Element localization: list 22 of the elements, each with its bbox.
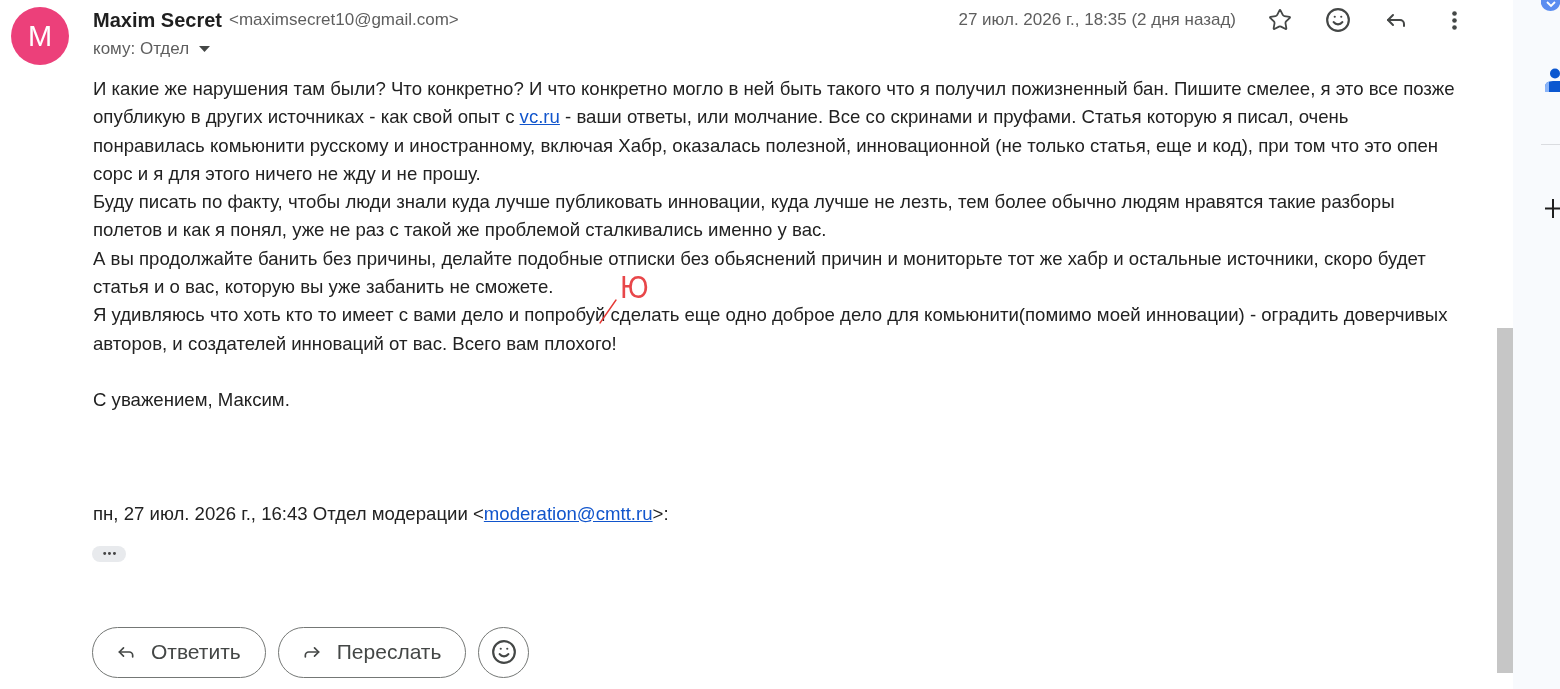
caret-icon[interactable] — [199, 46, 211, 52]
message-text: И какие же нарушения там были? Что конкретно? И что конкретно могло в ней быть такого что я получил пожизненный бан. Пишите смелее, я это все позже опубликую в других источниках - как свой опыт с vc.ru - ваши ответы, или молчание. Все со скринами и пруфами. Статья которую я писал, очень понравилась комьюнити русскому и иностранному, включая Хабр, оказалась полезной, инновационной (не только статья, еще и код), при том что это опен сорс и я для этого ничего не жду и не прошу. Буду писать по факту, чтобы люди знали куда лучше публиковать инновации, куда лучше не лезть, тем более обычно людям нравятся такие разборы полетов и как я понял, уже не раз с такой же проблемой сталкивались именно у вас. А вы продолжайте банить без причины, делайте подобные отписки без обьяснений причин и мониторьте тот же хабр и остальные источники, скоро будет статья и о вас, которую вы уже забанить не сможете. Я удивляюсь что хоть кто то имеет с вами дело и попробуй Ю сделать еще одно доброе дело для комьюнити(помимо моей инновации) - оградить доверчивых авторов, и создателей инноваций от вас. Всего вам плохого! — [93, 77, 1456, 356]
scrollbar-thumb[interactable] — [1497, 328, 1513, 673]
star-icon — [1268, 8, 1292, 32]
forward-button[interactable]: Переслать — [277, 626, 467, 678]
sender-avatar: M — [11, 7, 69, 65]
add-icon[interactable] — [1545, 199, 1560, 218]
reply-button[interactable]: Ответить — [92, 626, 266, 678]
email-link[interactable]: vc.ru — [519, 106, 560, 128]
recipient-label: кому: Отдел — [93, 39, 190, 59]
email-link[interactable]: moderation@cmtt.ru — [483, 502, 653, 524]
sender-name: Maxim Secret — [93, 8, 222, 32]
signature: С уважением, Максим. — [93, 388, 291, 413]
quoted-message-header: пн, 27 июл. 2026 г., 16:43 Отдел модерации <moderation@cmtt.ru>: — [93, 501, 670, 526]
show-trimmed-content-button[interactable]: ••• — [92, 545, 126, 562]
sender-email: <maximsecret10@gmail.com> — [228, 10, 459, 30]
person-icon[interactable] — [1545, 68, 1560, 92]
more-options-icon — [1451, 10, 1457, 30]
smiley-icon — [1325, 7, 1351, 33]
smiley-icon — [490, 639, 517, 666]
handwritten-correction: Ю — [620, 274, 649, 303]
message-date: 27 июл. 2026 г., 18:35 (2 дня назад) — [958, 10, 1236, 30]
